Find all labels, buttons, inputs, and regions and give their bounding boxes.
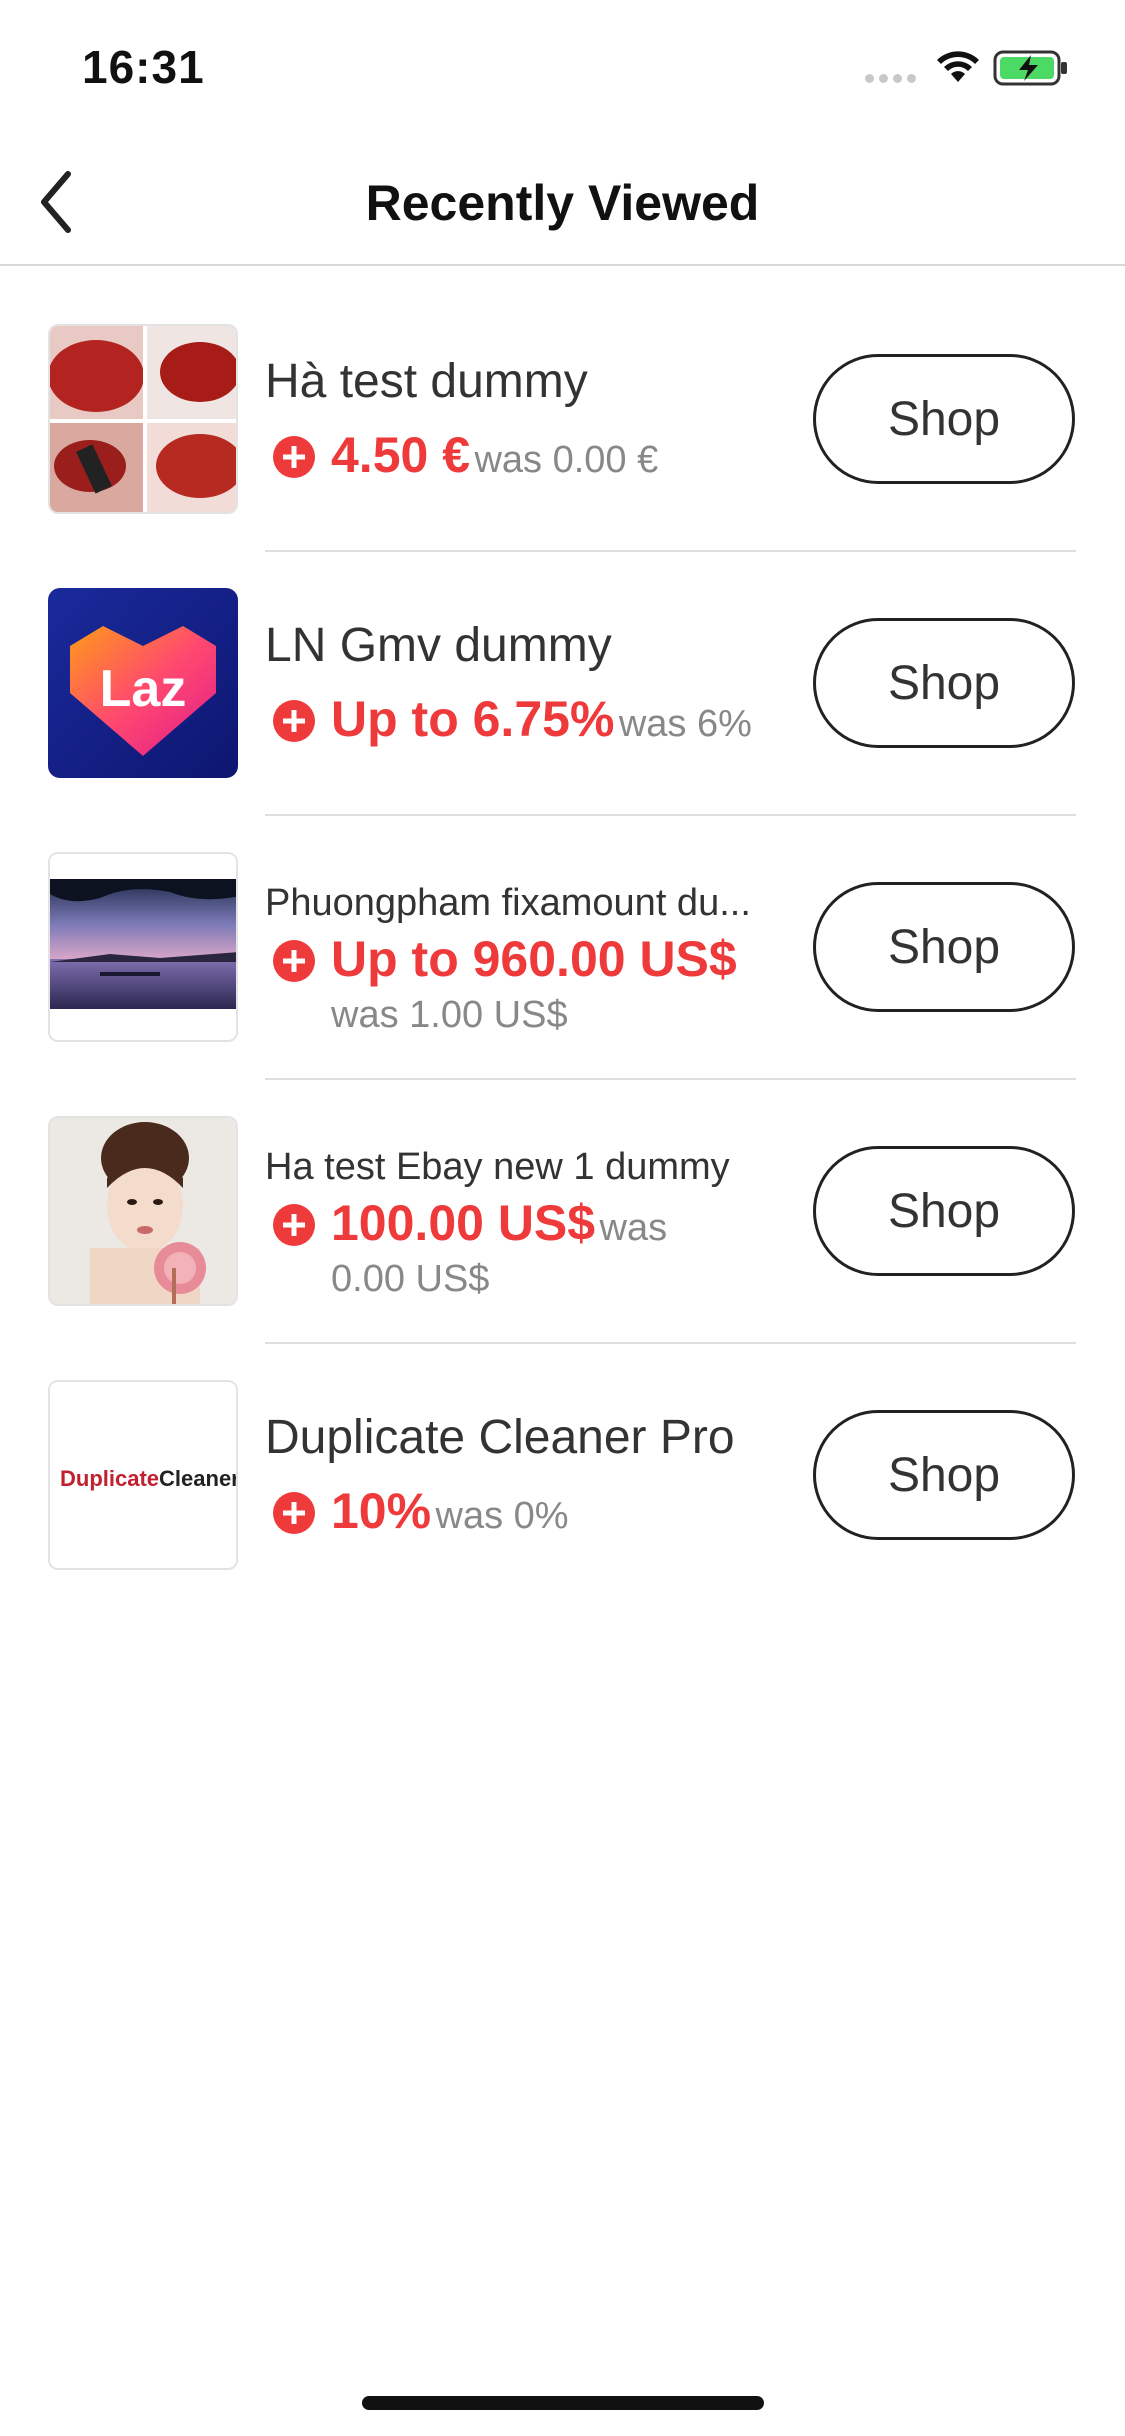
status-bar: 16:31: [0, 0, 1125, 140]
list-item[interactable]: Laz LN Gmv dummy Up to 6.75% was 6% Shop: [0, 530, 1125, 816]
store-title: Duplicate Cleaner Pro: [265, 1411, 735, 1464]
cashback-line: 4.50 € was 0.00 €: [331, 426, 658, 484]
item-info: Duplicate Cleaner Pro 10% was 0%: [265, 1322, 800, 1586]
list-item[interactable]: Phuongpham fixamount du... Up to 960.00 …: [0, 794, 1125, 1080]
cashback-line: Up to 960.00 US$: [331, 930, 737, 988]
plus-circle-icon: [273, 940, 315, 982]
cashback-rate: 4.50 €: [331, 427, 471, 483]
shop-button[interactable]: Shop: [813, 1146, 1075, 1276]
store-thumbnail: [48, 1116, 238, 1306]
previous-rate-label: was: [599, 1207, 668, 1249]
previous-rate: was 0%: [435, 1495, 569, 1537]
previous-rate: was 6%: [618, 703, 752, 745]
cashback-line: 100.00 US$ was: [331, 1194, 667, 1252]
list-item[interactable]: Hà test dummy 4.50 € was 0.00 € Shop: [0, 266, 1125, 552]
page-title: Recently Viewed: [365, 175, 760, 231]
store-thumbnail: [48, 852, 238, 1042]
list-item[interactable]: Ha test Ebay new 1 dummy 100.00 US$ was …: [0, 1058, 1125, 1344]
status-indicators: [865, 48, 1085, 88]
cashback-line: 10% was 0%: [331, 1482, 569, 1540]
cashback-line: Up to 6.75% was 6%: [331, 690, 752, 748]
previous-rate: was 0.00 €: [474, 439, 659, 481]
previous-rate: was 1.00 US$: [331, 994, 568, 1036]
battery-charging-icon: [993, 50, 1067, 86]
shop-button[interactable]: Shop: [813, 1410, 1075, 1540]
lazada-logo-text: Laz: [100, 660, 187, 718]
shop-button[interactable]: Shop: [813, 882, 1075, 1012]
cashback-rate: Up to 960.00 US$: [331, 931, 737, 987]
store-thumbnail: [48, 324, 238, 514]
store-thumbnail: Laz: [48, 588, 238, 778]
plus-circle-icon: [273, 700, 315, 742]
plus-circle-icon: [273, 1204, 315, 1246]
shop-button[interactable]: Shop: [813, 618, 1075, 748]
item-info: Phuongpham fixamount du... Up to 960.00 …: [265, 794, 800, 1058]
status-time: 16:31: [82, 41, 205, 93]
store-title: Hà test dummy: [265, 355, 588, 408]
store-thumbnail: DuplicateCleaner: [48, 1380, 238, 1570]
duplicate-cleaner-logo: DuplicateCleaner: [60, 1466, 238, 1491]
shop-button[interactable]: Shop: [813, 354, 1075, 484]
signal-icon: [865, 74, 917, 84]
list-item[interactable]: DuplicateCleaner Duplicate Cleaner Pro 1…: [0, 1322, 1125, 1586]
item-info: Hà test dummy 4.50 € was 0.00 €: [265, 266, 800, 530]
home-indicator[interactable]: [362, 2396, 764, 2410]
navigation-bar: Recently Viewed: [0, 140, 1125, 266]
item-info: Ha test Ebay new 1 dummy 100.00 US$ was …: [265, 1058, 800, 1322]
cashback-rate: 100.00 US$: [331, 1195, 596, 1251]
store-title: Phuongpham fixamount du...: [265, 882, 751, 924]
cashback-rate: Up to 6.75%: [331, 691, 615, 747]
plus-circle-icon: [273, 436, 315, 478]
item-info: LN Gmv dummy Up to 6.75% was 6%: [265, 530, 800, 794]
store-title: LN Gmv dummy: [265, 619, 612, 672]
wifi-icon: [937, 51, 979, 82]
store-title: Ha test Ebay new 1 dummy: [265, 1146, 730, 1188]
cashback-rate: 10%: [331, 1483, 432, 1539]
plus-circle-icon: [273, 1492, 315, 1534]
previous-rate: 0.00 US$: [331, 1258, 490, 1300]
